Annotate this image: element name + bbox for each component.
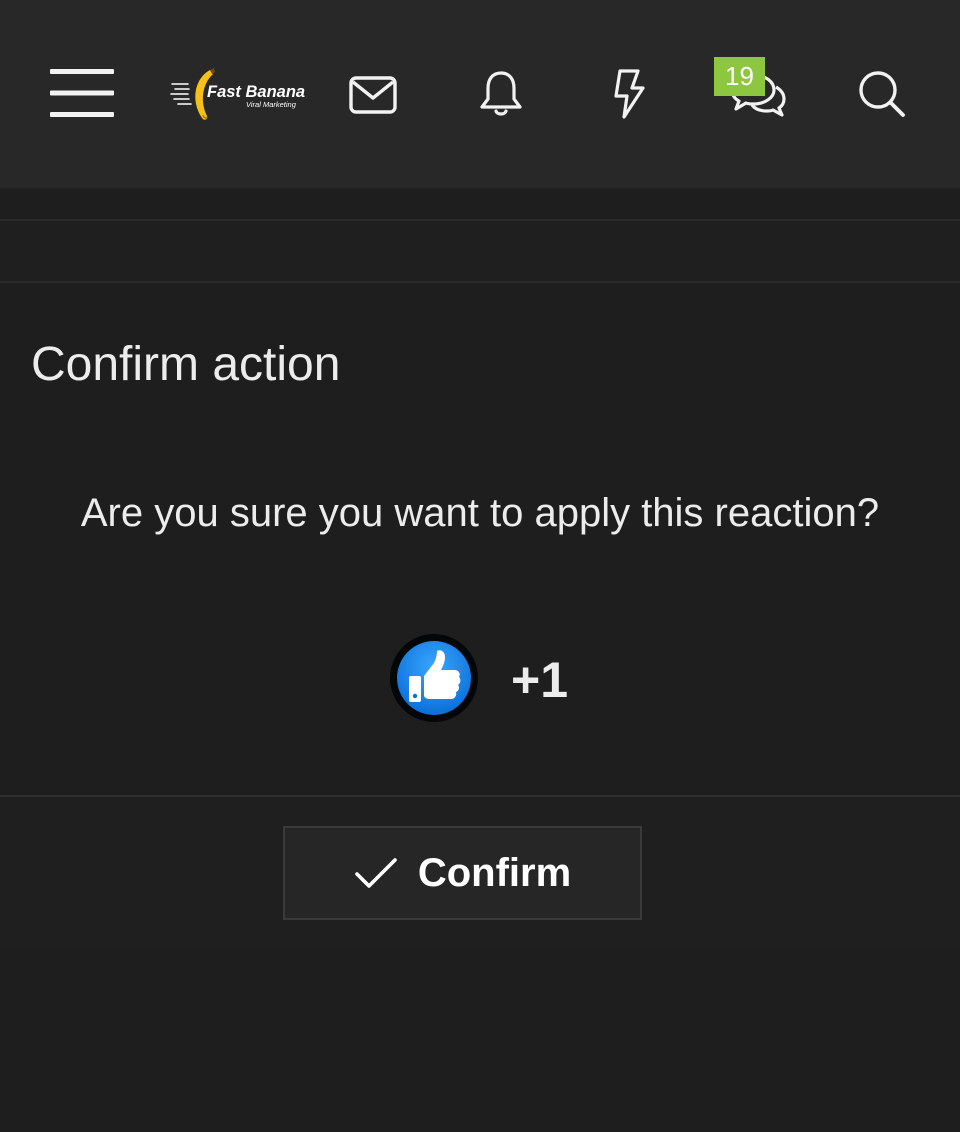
top-navigation-bar: Fast Banana Viral Marketing 19 <box>0 0 960 188</box>
site-logo[interactable]: Fast Banana Viral Marketing <box>170 66 312 122</box>
confirm-button[interactable]: Confirm <box>283 826 642 920</box>
menu-button[interactable] <box>46 62 118 124</box>
breadcrumb-bar <box>0 219 960 283</box>
reaction-thumbs-up <box>388 632 480 724</box>
confirm-button-label: Confirm <box>417 850 572 895</box>
conversations-count-badge: 19 <box>714 57 765 96</box>
alerts-button[interactable] <box>472 64 530 124</box>
bell-icon <box>480 71 522 116</box>
search-button[interactable] <box>852 64 912 124</box>
logo-title: Fast Banana <box>207 83 305 101</box>
logo-tagline: Viral Marketing <box>246 100 297 109</box>
confirmation-message: Are you sure you want to apply this reac… <box>80 491 880 535</box>
whats-new-button[interactable] <box>602 64 656 124</box>
hamburger-menu-icon <box>50 69 114 117</box>
checkmark-icon <box>355 858 397 888</box>
inbox-button[interactable] <box>343 68 403 122</box>
search-icon <box>859 71 905 117</box>
envelope-icon <box>349 76 397 114</box>
page-title: Confirm action <box>31 338 341 391</box>
lightning-icon <box>614 69 645 119</box>
reaction-label: +1 <box>511 652 569 708</box>
thumbs-up-icon <box>390 634 478 722</box>
